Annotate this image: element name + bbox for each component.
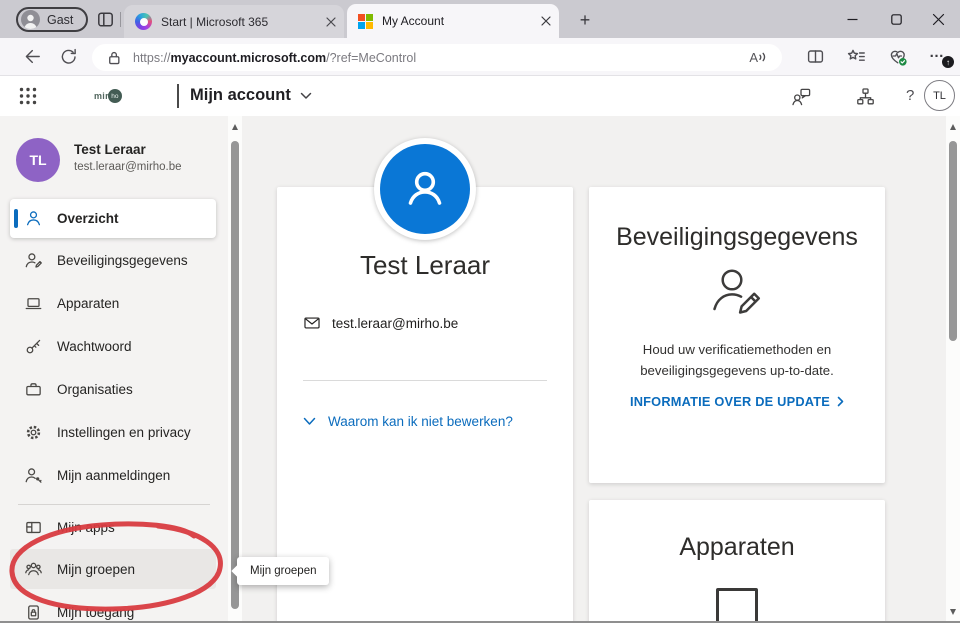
back-button[interactable] <box>22 47 41 71</box>
sidebar-item-apparaten[interactable]: Apparaten <box>10 282 216 325</box>
minimize-button[interactable] <box>840 8 864 30</box>
url-text: https://myaccount.microsoft.com/?ref=MeC… <box>133 51 416 65</box>
sidebar-scrollbar[interactable] <box>228 116 242 623</box>
tab-my-account[interactable]: My Account <box>347 4 559 38</box>
people-group-icon <box>24 560 43 579</box>
scrollbar-thumb[interactable] <box>231 141 239 609</box>
profile-email: test.leraar@mirho.be <box>332 316 458 331</box>
card-title: Beveiligingsgegevens <box>589 223 885 252</box>
sidebar-item-mijn-toegang[interactable]: Mijn toegang <box>10 591 216 623</box>
org-chart-icon <box>855 86 876 107</box>
sidebar-item-organisaties[interactable]: Organisaties <box>10 368 216 411</box>
tab-close-button[interactable] <box>541 16 551 26</box>
why-cant-edit-link[interactable]: Waarom kan ik niet bewerken? <box>303 414 513 429</box>
refresh-button[interactable] <box>59 47 78 71</box>
guest-profile-label: Gast <box>47 13 73 27</box>
person-key-icon <box>24 466 43 485</box>
profile-email-row: test.leraar@mirho.be <box>303 314 458 332</box>
chevron-down-icon <box>303 417 316 426</box>
person-icon <box>399 163 451 215</box>
card-description: Houd uw verificatiemethoden en beveiligi… <box>589 339 885 381</box>
sidebar-divider <box>18 504 210 505</box>
guest-profile-button[interactable]: Gast <box>16 7 88 32</box>
sidebar-user-avatar: TL <box>16 138 60 182</box>
update-badge-icon: ↑ <box>942 56 954 68</box>
devices-card[interactable]: Apparaten <box>589 500 885 623</box>
scroll-down-arrow[interactable] <box>950 609 956 615</box>
scroll-up-arrow[interactable] <box>232 124 238 130</box>
person-edit-icon <box>24 251 43 270</box>
close-window-button[interactable] <box>926 8 950 30</box>
browser-titlebar: Gast Start | Microsoft 365 My Account + <box>0 0 960 38</box>
tab-close-button[interactable] <box>326 17 336 27</box>
laptop-icon <box>716 588 758 623</box>
envelope-icon <box>303 314 321 332</box>
profile-avatar <box>374 138 476 240</box>
help-button[interactable]: ? <box>906 87 914 104</box>
titlebar-divider <box>120 12 121 27</box>
document-lock-icon <box>24 603 43 622</box>
sidebar-item-wachtwoord[interactable]: Wachtwoord <box>10 325 216 368</box>
settings-menu-button[interactable]: … ↑ <box>928 44 954 70</box>
account-avatar[interactable]: TL <box>924 80 955 111</box>
chevron-down-icon <box>300 92 312 100</box>
scroll-up-arrow[interactable] <box>950 124 956 130</box>
feedback-button[interactable] <box>791 86 812 112</box>
new-tab-button[interactable]: + <box>574 9 596 31</box>
person-feedback-icon <box>791 86 812 107</box>
microsoft-logo-icon <box>358 14 373 29</box>
tab-title: Start | Microsoft 365 <box>161 15 320 29</box>
maximize-button[interactable] <box>884 8 908 30</box>
heart-pulse-icon <box>888 47 908 67</box>
sidebar-item-mijn-groepen[interactable]: Mijn groepen <box>10 549 216 589</box>
card-divider <box>303 380 547 381</box>
address-bar[interactable]: https://myaccount.microsoft.com/?ref=MeC… <box>92 44 782 71</box>
sound-waves-icon <box>758 50 768 65</box>
org-logo[interactable]: mir ho <box>94 89 122 103</box>
card-title: Apparaten <box>589 533 885 562</box>
app-header <box>0 76 960 116</box>
browser-window: Gast Start | Microsoft 365 My Account + <box>0 0 960 623</box>
briefcase-icon <box>24 380 43 399</box>
update-info-link[interactable]: INFORMATIE OVER DE UPDATE <box>630 394 844 409</box>
tooltip: Mijn groepen <box>237 557 329 585</box>
microsoft365-icon <box>135 13 152 30</box>
url-domain: myaccount.microsoft.com <box>171 51 327 65</box>
person-edit-large-icon <box>589 265 885 330</box>
app-launcher-button[interactable] <box>18 86 38 111</box>
organization-switch-button[interactable] <box>855 86 876 112</box>
selected-indicator <box>14 209 18 228</box>
favorites-button[interactable] <box>846 47 866 71</box>
browser-essentials-button[interactable] <box>888 47 908 72</box>
tab-start-microsoft365[interactable]: Start | Microsoft 365 <box>124 5 344 38</box>
tab-title: My Account <box>382 14 535 28</box>
split-screen-button[interactable] <box>806 47 825 71</box>
sidebar-item-beveiligingsgegevens[interactable]: Beveiligingsgegevens <box>10 239 216 282</box>
person-icon <box>21 10 40 29</box>
read-aloud-button[interactable]: A <box>749 50 768 65</box>
profile-name: Test Leraar <box>277 250 573 281</box>
main-scrollbar[interactable] <box>946 116 960 623</box>
apps-window-icon <box>24 518 43 537</box>
security-info-card[interactable]: Beveiligingsgegevens Houd uw verificatie… <box>589 187 885 483</box>
scrollbar-thumb[interactable] <box>949 141 957 341</box>
tab-actions-icon[interactable] <box>96 10 115 34</box>
laptop-icon <box>24 294 43 313</box>
waffle-icon <box>18 86 38 106</box>
gear-icon <box>24 423 43 442</box>
chevron-right-icon <box>837 396 844 407</box>
sidebar-item-aanmeldingen[interactable]: Mijn aanmeldingen <box>10 454 216 497</box>
key-icon <box>24 337 43 356</box>
lock-icon <box>105 49 123 67</box>
header-divider <box>177 84 179 108</box>
sidebar-item-instellingen[interactable]: Instellingen en privacy <box>10 411 216 454</box>
sidebar: TL Test Leraar test.leraar@mirho.be Over… <box>0 116 228 623</box>
sidebar-user-email: test.leraar@mirho.be <box>74 161 182 173</box>
sidebar-user-name: Test Leraar <box>74 142 146 157</box>
sidebar-item-overzicht[interactable]: Overzicht <box>10 199 216 238</box>
sidebar-item-mijn-apps[interactable]: Mijn apps <box>10 506 216 549</box>
person-icon <box>24 209 43 228</box>
page-title[interactable]: Mijn account <box>190 86 312 105</box>
